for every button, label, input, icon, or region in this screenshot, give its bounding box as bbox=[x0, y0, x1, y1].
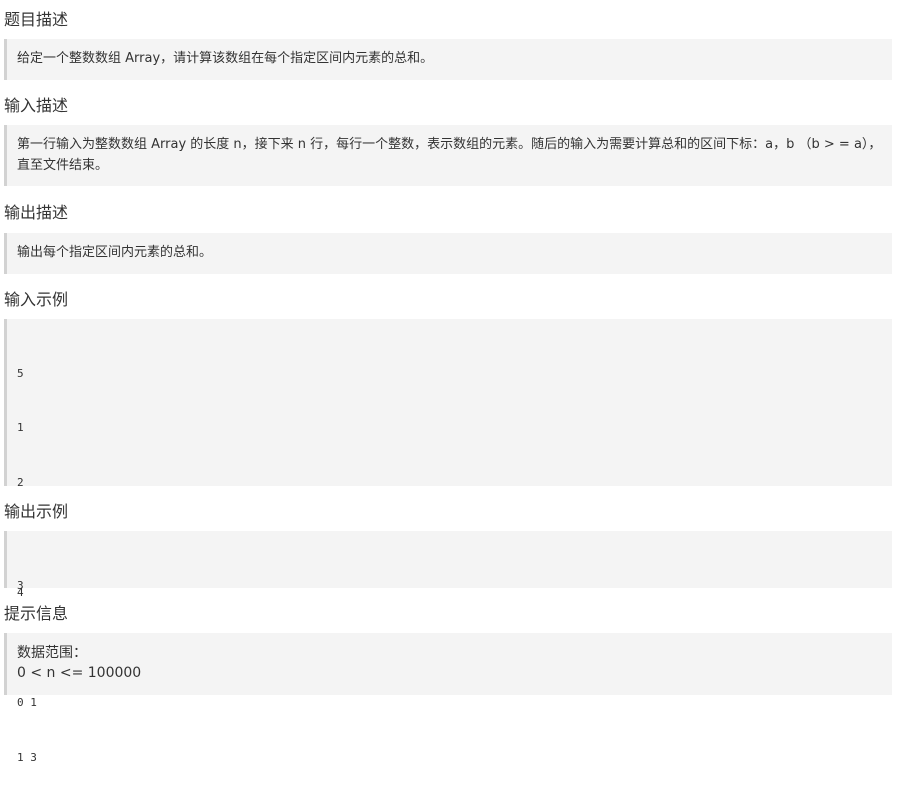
output-example-line: 3 bbox=[17, 578, 24, 592]
tips-section: 提示信息 bbox=[0, 603, 911, 625]
input-example-line: 2 bbox=[17, 476, 24, 490]
input-example-line: 5 bbox=[17, 366, 24, 380]
problem-page: 题目描述 给定一个整数数组 Array，请计算该数组在每个指定区间内元素的总和。… bbox=[0, 0, 911, 764]
output-description-heading: 输出描述 bbox=[4, 203, 69, 222]
input-description-box: 第一行输入为整数数组 Array 的长度 n，接下来 n 行，每行一个整数，表示… bbox=[4, 125, 892, 186]
input-example-heading: 输入示例 bbox=[4, 290, 69, 309]
description-box: 给定一个整数数组 Array，请计算该数组在每个指定区间内元素的总和。 bbox=[4, 39, 892, 80]
output-description-section: 输出描述 bbox=[0, 202, 911, 224]
output-example-box: 3 9 bbox=[4, 531, 892, 646]
input-example-line: 1 bbox=[17, 421, 24, 435]
description-text: 给定一个整数数组 Array，请计算该数组在每个指定区间内元素的总和。 bbox=[17, 51, 434, 66]
tips-heading: 提示信息 bbox=[4, 604, 69, 623]
tips-box: 数据范围： 0 < n <= 100000 bbox=[4, 633, 892, 695]
input-example-section: 输入示例 bbox=[0, 289, 911, 311]
output-description-text: 输出每个指定区间内元素的总和。 bbox=[17, 245, 213, 260]
output-description-box: 输出每个指定区间内元素的总和。 bbox=[4, 233, 892, 274]
description-section: 题目描述 bbox=[0, 9, 911, 31]
input-example-line: 1 3 bbox=[17, 750, 37, 764]
tips-line: 数据范围： bbox=[17, 645, 87, 661]
input-description-text: 第一行输入为整数数组 Array 的长度 n，接下来 n 行，每行一个整数，表示… bbox=[17, 137, 882, 173]
input-example-line: 0 1 bbox=[17, 695, 37, 709]
tips-line: 0 < n <= 100000 bbox=[17, 665, 142, 681]
output-example-heading: 输出示例 bbox=[4, 502, 69, 521]
input-description-section: 输入描述 bbox=[0, 95, 911, 117]
description-heading: 题目描述 bbox=[4, 10, 69, 29]
input-example-box: 5 1 2 3 4 5 0 1 1 3 bbox=[4, 319, 892, 764]
output-example-section: 输出示例 bbox=[0, 501, 911, 523]
input-description-heading: 输入描述 bbox=[4, 96, 69, 115]
